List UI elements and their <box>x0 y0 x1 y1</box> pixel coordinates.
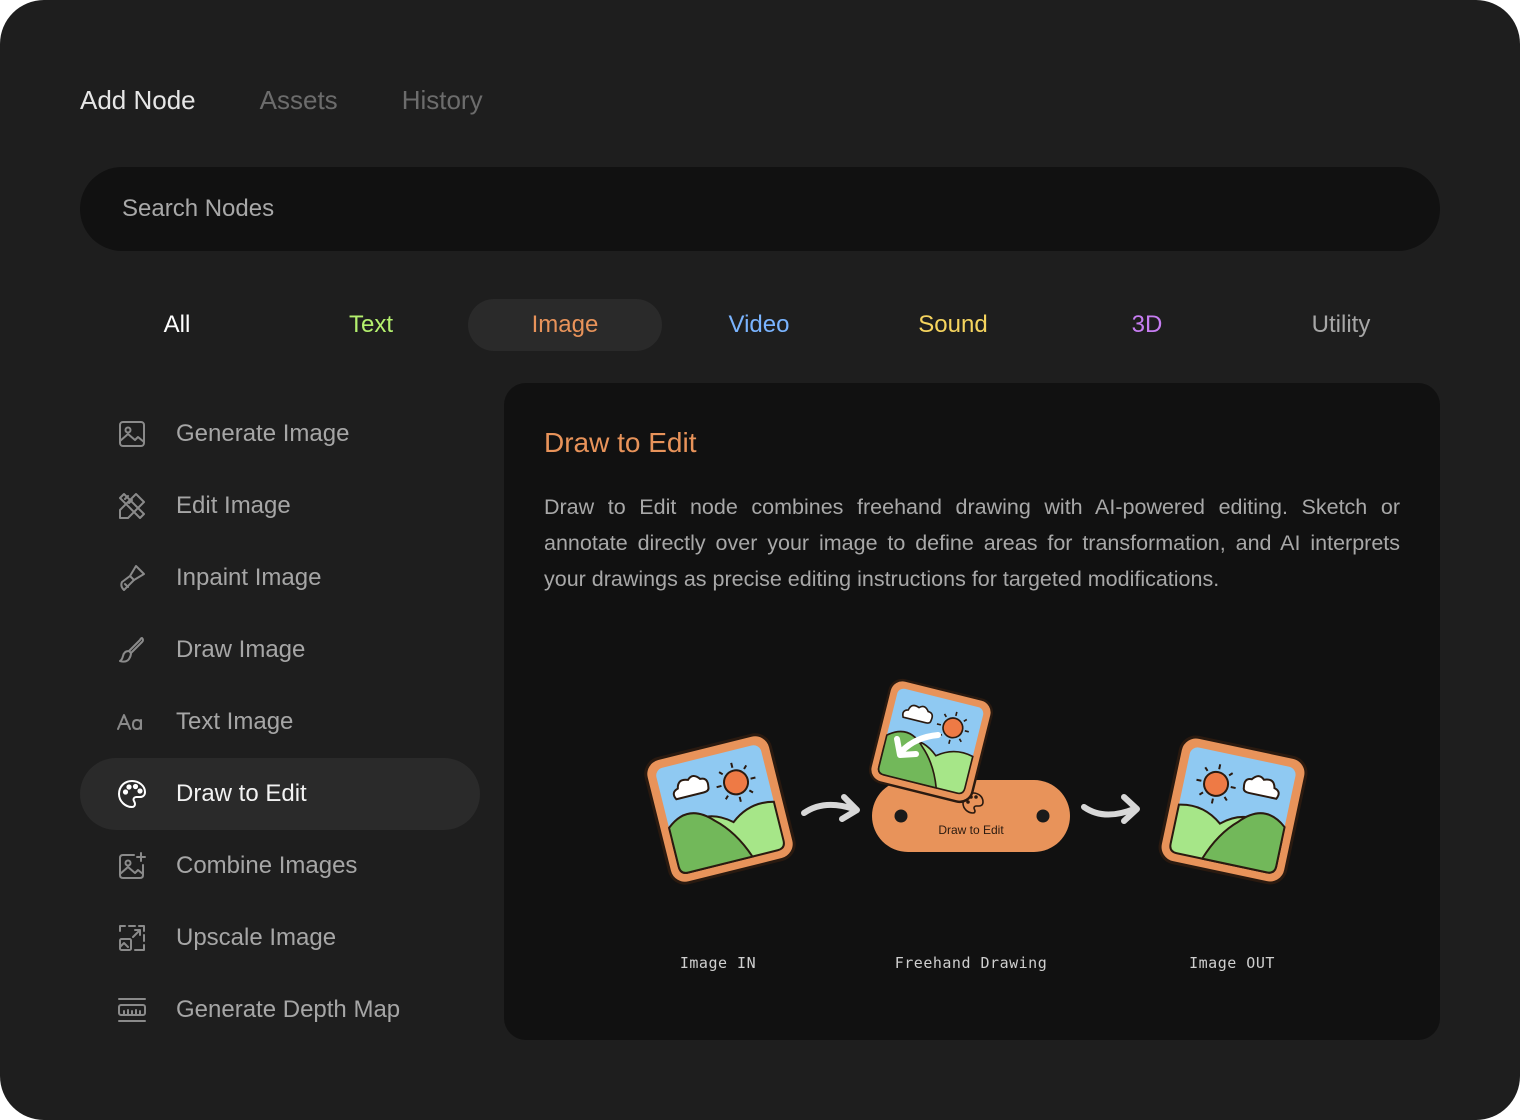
detail-description: Draw to Edit node combines freehand draw… <box>544 495 1400 591</box>
text-aa-icon <box>116 706 148 738</box>
node-badge-label: Draw to Edit <box>938 823 1004 837</box>
image-plus-icon <box>116 850 148 882</box>
category-all[interactable]: All <box>80 299 274 351</box>
node-draw-image[interactable]: Draw Image <box>80 614 480 686</box>
tab-add-node[interactable]: Add Node <box>80 82 196 118</box>
node-upscale-image[interactable]: Upscale Image <box>80 902 480 974</box>
category-image[interactable]: Image <box>468 299 662 351</box>
node-label: Inpaint Image <box>176 564 322 591</box>
search-input[interactable] <box>120 194 1400 224</box>
category-text[interactable]: Text <box>274 299 468 351</box>
workflow-illustration: Draw to Edit <box>640 676 1311 889</box>
ruler-icon <box>116 994 148 1026</box>
arrow-icon <box>1081 804 1137 818</box>
category-sound[interactable]: Sound <box>856 299 1050 351</box>
edit-tools-icon <box>116 490 148 522</box>
node-label: Combine Images <box>176 852 358 879</box>
caption-freehand-drawing: Freehand Drawing <box>894 954 1048 972</box>
arrow-icon <box>801 801 857 816</box>
caption-image-in: Image IN <box>679 954 757 972</box>
detail-title: Draw to Edit <box>544 427 697 458</box>
node-detail-card: Draw to Edit Draw to Edit node combines … <box>504 383 1440 1040</box>
category-tabs: All Text Image Video Sound 3D Utility <box>80 299 1440 351</box>
tab-assets[interactable]: Assets <box>260 82 338 118</box>
category-3d[interactable]: 3D <box>1050 299 1244 351</box>
node-text-image[interactable]: Text Image <box>80 686 480 758</box>
image-icon <box>116 418 148 450</box>
category-utility[interactable]: Utility <box>1244 299 1438 351</box>
node-label: Draw to Edit <box>176 780 307 807</box>
node-combine-images[interactable]: Combine Images <box>80 830 480 902</box>
node-label: Text Image <box>176 708 294 735</box>
node-label: Generate Image <box>176 420 350 447</box>
pen-brush-icon <box>116 634 148 666</box>
upscale-icon <box>116 922 148 954</box>
node-label: Draw Image <box>176 636 306 663</box>
node-label: Generate Depth Map <box>176 996 401 1023</box>
node-label: Upscale Image <box>176 924 337 951</box>
node-draw-to-edit[interactable]: Draw to Edit <box>80 758 480 830</box>
tab-history[interactable]: History <box>402 82 483 118</box>
node-edit-image[interactable]: Edit Image <box>80 470 480 542</box>
node-generate-depth-map[interactable]: Generate Depth Map <box>80 974 480 1046</box>
palette-icon <box>116 778 148 810</box>
category-video[interactable]: Video <box>662 299 856 351</box>
search-bar <box>80 167 1440 251</box>
image-out-picture <box>1155 732 1311 888</box>
caption-image-out: Image OUT <box>1189 954 1275 972</box>
node-list: Generate Image Edit Image Inpaint Image … <box>80 398 480 1046</box>
node-generate-image[interactable]: Generate Image <box>80 398 480 470</box>
top-tabs: Add Node Assets History <box>80 82 483 118</box>
image-in-picture <box>640 729 800 889</box>
node-label: Edit Image <box>176 492 291 519</box>
node-inpaint-image[interactable]: Inpaint Image <box>80 542 480 614</box>
add-node-panel: Add Node Assets History All Text Image V… <box>0 0 1520 1120</box>
brush-icon <box>116 562 148 594</box>
